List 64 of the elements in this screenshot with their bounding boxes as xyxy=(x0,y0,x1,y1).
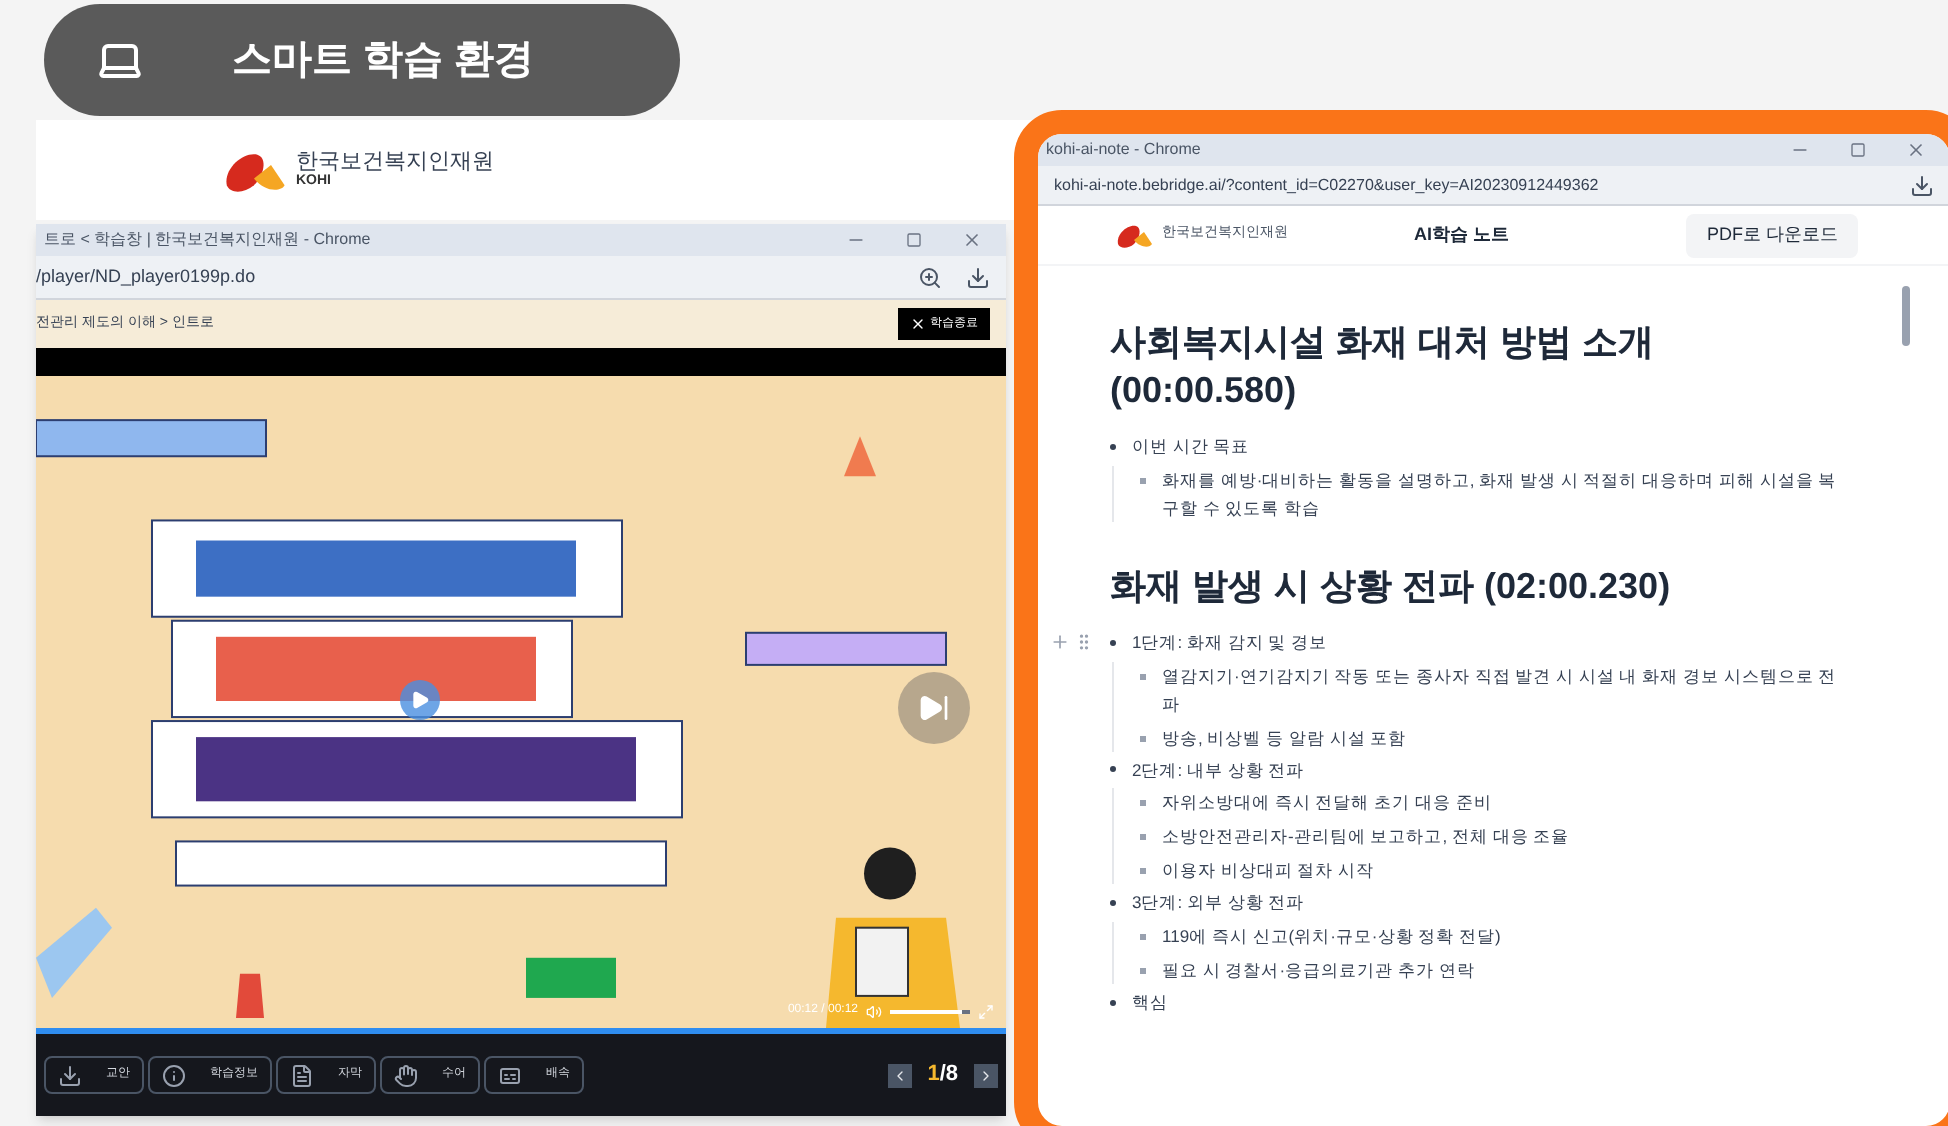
list-item-text: 핵심 xyxy=(1132,990,1168,1016)
list-item-text: 소방안전관리자-관리팀에 보고하고, 전체 대응 조율 xyxy=(1162,824,1572,851)
bullet-icon xyxy=(1110,900,1116,907)
list-item-text: 1단계: 화재 감지 및 경보 xyxy=(1132,629,1328,655)
bullet-icon xyxy=(1140,800,1146,807)
logo-name: 한국보건복지인재원 xyxy=(296,152,494,174)
fullscreen-icon[interactable] xyxy=(978,1003,994,1019)
address-bar[interactable]: /player/ND_player0199p.do xyxy=(36,256,1006,300)
chevron-right-icon xyxy=(978,1067,994,1083)
maximize-icon[interactable] xyxy=(1850,142,1866,158)
add-block-icon[interactable] xyxy=(1050,632,1070,653)
list-item-text: 119에 즉시 신고(위치·규모·상황 정확 전달) xyxy=(1162,924,1503,950)
skip-icon xyxy=(918,692,950,724)
previous-page-button[interactable] xyxy=(887,1063,912,1087)
close-icon xyxy=(910,316,926,332)
logo-icon xyxy=(1114,220,1154,250)
list-item-text: 이용자 비상대피 절차 시작 xyxy=(1162,858,1377,885)
play-icon xyxy=(410,690,430,710)
url-text: kohi-ai-note.bebridge.ai/?content_id=C02270&user_key=AI20230912449362 xyxy=(1054,173,1601,197)
url-text: /player/ND_player0199p.do xyxy=(36,263,258,290)
speed-icon xyxy=(498,1063,522,1087)
info-icon xyxy=(162,1063,186,1087)
list-item-text: 2단계: 내부 상황 전파 xyxy=(1132,757,1305,783)
address-bar[interactable]: kohi-ai-note.bebridge.ai/?content_id=C02270&user_key=AI20230912449362 xyxy=(1038,166,1948,206)
bullet-icon xyxy=(1140,968,1146,974)
download-icon xyxy=(58,1063,82,1087)
section-heading: 사회복지시설 화재 대처 방법 소개 (00:00.580) xyxy=(1110,320,1657,414)
page-total: /8 xyxy=(939,1062,958,1087)
close-icon[interactable] xyxy=(962,230,982,250)
window-title: 트로 < 학습창 | 한국보건복지인재원 - Chrome xyxy=(44,228,373,252)
window-title: kohi-ai-note - Chrome xyxy=(1046,138,1203,162)
bullet-icon xyxy=(1110,443,1116,450)
current-page: 1 xyxy=(927,1062,940,1087)
close-icon[interactable] xyxy=(1906,140,1926,160)
bullet-icon xyxy=(1110,766,1116,773)
bullet-icon xyxy=(1110,639,1116,646)
download-icon[interactable] xyxy=(966,265,990,289)
drag-handle-icon[interactable] xyxy=(1074,632,1094,653)
list-item-text: 3단계: 외부 상황 전파 xyxy=(1132,890,1305,916)
pdf-download-button[interactable]: PDF로 다운로드 xyxy=(1686,213,1858,257)
bullet-icon xyxy=(1140,934,1146,940)
bullet-icon xyxy=(1110,999,1116,1006)
volume-icon[interactable] xyxy=(866,1003,882,1019)
maximize-icon[interactable] xyxy=(906,232,922,248)
hand-icon xyxy=(394,1063,418,1087)
zoom-icon[interactable] xyxy=(918,265,942,289)
next-page-button[interactable] xyxy=(974,1063,998,1087)
scrollbar-thumb[interactable] xyxy=(1902,286,1910,346)
badge-label: 스마트 학습 환경 xyxy=(232,36,535,86)
bullet-icon xyxy=(1140,673,1146,679)
section-heading: 화재 발생 시 상황 전파 (02:00.230) xyxy=(1110,563,1673,610)
bullet-icon xyxy=(1140,477,1146,484)
list-item-text: 이번 시간 목표 xyxy=(1132,434,1250,460)
document-icon xyxy=(290,1063,314,1087)
list-item-text: 화재를 예방·대비하는 활동을 설명하고, 화재 발생 시 적절히 대응하며 피해 시설을 복구할 수 있도록 학습 xyxy=(1162,467,1838,522)
list-item-text: 방송, 비상벨 등 알람 시설 포함 xyxy=(1162,725,1409,751)
list-item-text: 필요 시 경찰서·응급의료기관 추가 연락 xyxy=(1162,958,1477,984)
page-title: AI학습 노트 xyxy=(1414,221,1512,248)
list-item-text: 자위소방대에 즉시 전달해 초기 대응 준비 xyxy=(1162,790,1494,817)
download-icon[interactable] xyxy=(1910,173,1934,197)
bullet-icon xyxy=(1140,735,1146,741)
bullet-icon xyxy=(1140,834,1146,841)
bullet-icon xyxy=(1140,868,1146,875)
list-item-text: 열감지기·연기감지기 작동 또는 종사자 직접 발견 시 시설 내 화재 경보 시스템으로 전파 xyxy=(1162,663,1838,717)
